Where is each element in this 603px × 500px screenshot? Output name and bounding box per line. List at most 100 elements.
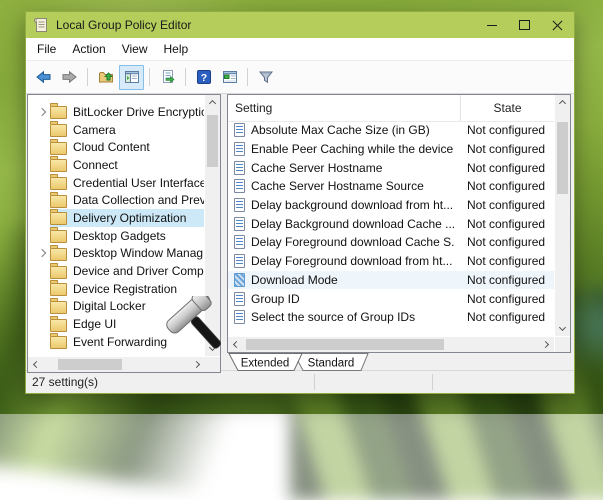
- scroll-up-button[interactable]: [555, 95, 570, 110]
- window-controls: [475, 12, 574, 38]
- back-button[interactable]: [31, 65, 56, 90]
- tab-standard[interactable]: Standard: [294, 354, 368, 371]
- tree-item-cloud-content[interactable]: Cloud Content: [28, 138, 204, 156]
- scroll-left-button[interactable]: [28, 357, 43, 372]
- help-icon: ?: [196, 69, 212, 85]
- tab-extended[interactable]: Extended: [229, 354, 302, 371]
- status-pane-3: [432, 374, 574, 389]
- tree-item-device-registration[interactable]: Device Registration: [28, 280, 204, 298]
- up-one-level-button[interactable]: [93, 65, 118, 90]
- minimize-icon: [487, 25, 497, 26]
- setting-row-select-the-source-of-group-ids[interactable]: Select the source of Group IDsNot config…: [228, 308, 554, 327]
- scroll-thumb[interactable]: [207, 115, 218, 167]
- policy-setting-icon: [234, 198, 245, 212]
- minimize-button[interactable]: [475, 12, 508, 38]
- scroll-thumb[interactable]: [58, 359, 122, 370]
- setting-row-cache-server-hostname[interactable]: Cache Server HostnameNot configured: [228, 158, 554, 177]
- chevron-left-icon: [233, 341, 240, 348]
- menu-item-view[interactable]: View: [114, 39, 156, 59]
- tree-item-bitlocker-drive-encryptio[interactable]: BitLocker Drive Encryptio: [28, 103, 204, 121]
- toolbar: ?: [26, 61, 574, 94]
- chevron-down-icon: [559, 324, 566, 331]
- tree-item-camera[interactable]: Camera: [28, 121, 204, 139]
- help-button[interactable]: ?: [191, 65, 216, 90]
- up-one-level-icon: [98, 69, 114, 85]
- setting-row-enable-peer-caching-while-the-device[interactable]: Enable Peer Caching while the device...N…: [228, 140, 554, 159]
- window-title: Local Group Policy Editor: [56, 18, 191, 32]
- folder-icon: [50, 195, 67, 208]
- setting-state: Not configured: [454, 142, 545, 156]
- setting-state: Not configured: [454, 310, 545, 324]
- setting-row-delay-background-download-cache[interactable]: Delay Background download Cache ...Not c…: [228, 214, 554, 233]
- toolbar-separator: [87, 68, 88, 86]
- show-console-tree-button[interactable]: [119, 65, 144, 90]
- menu-item-help[interactable]: Help: [156, 39, 197, 59]
- expand-chevron-icon[interactable]: [34, 250, 50, 256]
- expand-chevron-icon[interactable]: [34, 109, 50, 115]
- policy-setting-icon: [234, 123, 245, 137]
- chevron-up-icon: [209, 100, 216, 107]
- policy-setting-icon: [234, 273, 245, 287]
- setting-row-group-id[interactable]: Group IDNot configured: [228, 289, 554, 308]
- menubar: File Action View Help: [26, 38, 574, 61]
- tree-item-credential-user-interface[interactable]: Credential User Interface: [28, 174, 204, 192]
- export-list-icon: [160, 69, 176, 85]
- scroll-right-button[interactable]: [539, 337, 554, 352]
- scroll-down-button[interactable]: [555, 321, 570, 336]
- setting-row-delay-background-download-from-ht[interactable]: Delay background download from ht...Not …: [228, 196, 554, 215]
- view-tabstrip: Standard Extended: [227, 353, 571, 373]
- filter-button[interactable]: [253, 65, 278, 90]
- setting-state: Not configured: [454, 235, 545, 249]
- policy-setting-icon: [234, 179, 245, 193]
- setting-name: Enable Peer Caching while the device...: [251, 142, 454, 156]
- setting-row-cache-server-hostname-source[interactable]: Cache Server Hostname SourceNot configur…: [228, 177, 554, 196]
- setting-state: Not configured: [454, 254, 545, 268]
- setting-row-absolute-max-cache-size-in-gb[interactable]: Absolute Max Cache Size (in GB)Not confi…: [228, 121, 554, 140]
- tree-item-desktop-gadgets[interactable]: Desktop Gadgets: [28, 227, 204, 245]
- list-vertical-scrollbar[interactable]: [555, 95, 570, 336]
- tree-item-device-and-driver-comp[interactable]: Device and Driver Comp: [28, 262, 204, 280]
- tree-row-content: Credential User Interface: [50, 174, 204, 192]
- setting-state: Not configured: [454, 292, 545, 306]
- list-horizontal-scrollbar[interactable]: [228, 337, 554, 352]
- setting-name: Delay Background download Cache ...: [251, 217, 454, 231]
- tree-item-label: Digital Locker: [73, 299, 146, 313]
- tree-horizontal-scrollbar[interactable]: [28, 357, 205, 372]
- setting-row-delay-foreground-download-cache-s[interactable]: Delay Foreground download Cache S...Not …: [228, 233, 554, 252]
- tree-item-connect[interactable]: Connect: [28, 156, 204, 174]
- forward-button[interactable]: [57, 65, 82, 90]
- policy-setting-icon: [234, 310, 245, 324]
- export-list-button[interactable]: [155, 65, 180, 90]
- setting-state: Not configured: [454, 161, 545, 175]
- setting-name: Delay Foreground download from ht...: [251, 254, 454, 268]
- folder-icon: [50, 142, 67, 155]
- scroll-thumb[interactable]: [557, 122, 568, 194]
- tree-row-content: Desktop Window Manag: [50, 245, 204, 263]
- setting-row-download-mode[interactable]: Download ModeNot configured: [228, 271, 554, 290]
- folder-icon: [50, 159, 67, 172]
- setting-state: Not configured: [454, 179, 545, 193]
- tree-row-content: Device Registration: [50, 280, 204, 298]
- column-header-setting[interactable]: Setting: [228, 101, 460, 115]
- menu-item-action[interactable]: Action: [64, 39, 113, 59]
- setting-name: Delay background download from ht...: [251, 198, 454, 212]
- svg-text:?: ?: [200, 72, 206, 84]
- policy-setting-icon: [234, 292, 245, 306]
- scroll-thumb[interactable]: [246, 339, 444, 350]
- tree-row-content: BitLocker Drive Encryptio: [50, 103, 204, 121]
- tree-item-data-collection-and-prev[interactable]: Data Collection and Prev: [28, 191, 204, 209]
- show-action-pane-button[interactable]: [217, 65, 242, 90]
- menu-item-file[interactable]: File: [29, 39, 64, 59]
- scroll-up-button[interactable]: [205, 95, 220, 110]
- maximize-button[interactable]: [508, 12, 541, 38]
- tree-item-label: Data Collection and Prev: [73, 193, 204, 207]
- folder-icon: [50, 230, 67, 243]
- tree-item-delivery-optimization[interactable]: Delivery Optimization: [28, 209, 204, 227]
- setting-state: Not configured: [454, 217, 545, 231]
- setting-row-delay-foreground-download-from-ht[interactable]: Delay Foreground download from ht...Not …: [228, 252, 554, 271]
- scroll-right-button[interactable]: [190, 357, 205, 372]
- close-button[interactable]: [541, 12, 574, 38]
- column-header-state[interactable]: State: [460, 95, 554, 121]
- tree-item-desktop-window-manag[interactable]: Desktop Window Manag: [28, 245, 204, 263]
- maximize-icon: [519, 20, 530, 30]
